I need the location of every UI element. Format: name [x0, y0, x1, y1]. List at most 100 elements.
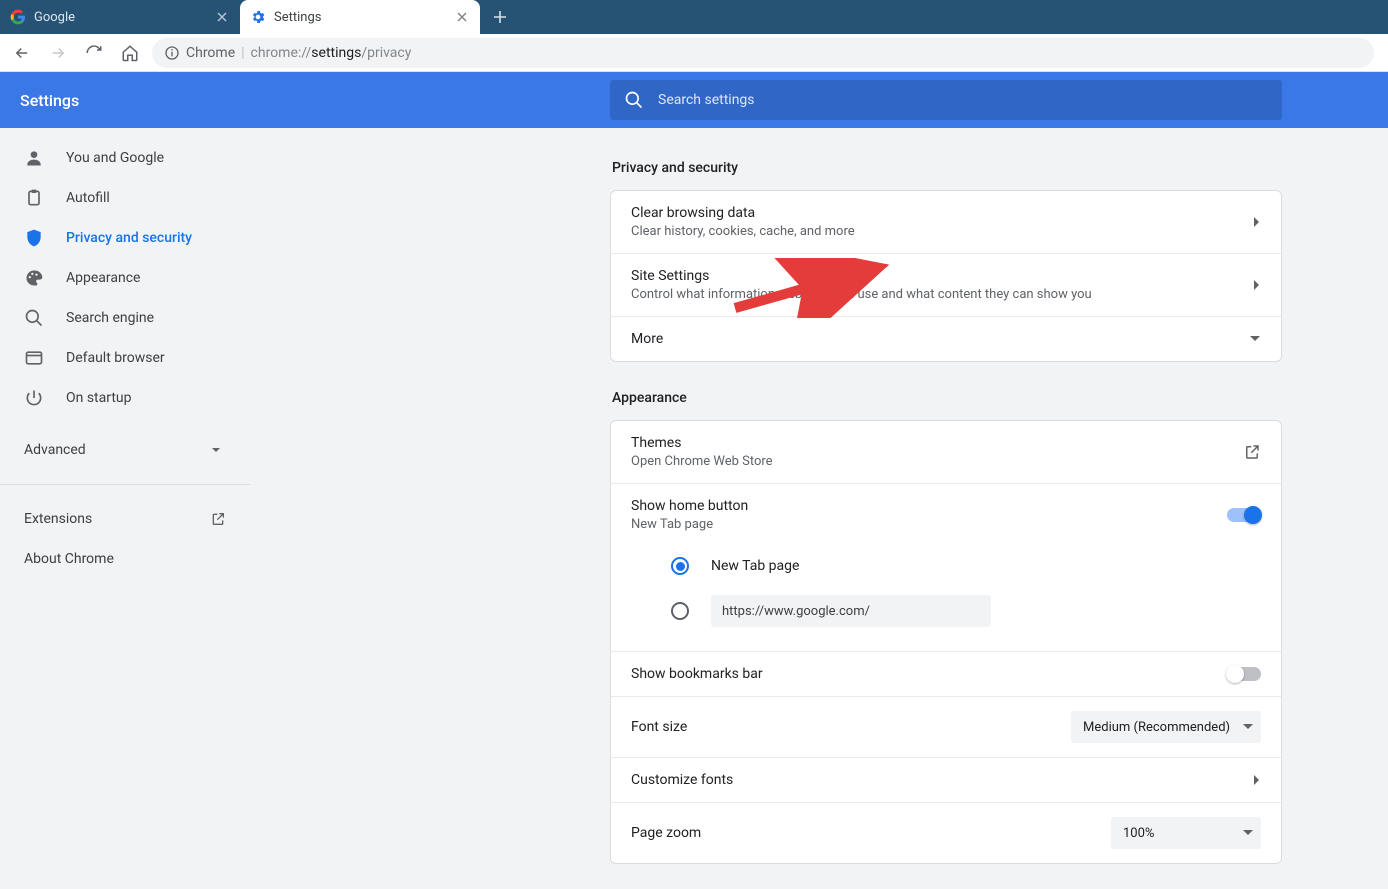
sidebar-item-default-browser[interactable]: Default browser [0, 338, 250, 378]
settings-title: Settings [20, 91, 610, 110]
omnibox-chip: Chrome [186, 45, 235, 61]
sidebar-item-privacy[interactable]: Privacy and security [0, 218, 250, 258]
shield-icon [24, 228, 44, 248]
sidebar-item-label: Autofill [66, 190, 110, 206]
settings-sidebar: You and Google Autofill Privacy and secu… [0, 128, 250, 889]
row-sub: New Tab page [631, 517, 1215, 532]
sidebar-item-label: Default browser [66, 350, 165, 366]
radio-new-tab-page[interactable]: New Tab page [611, 547, 1281, 585]
person-icon [24, 148, 44, 168]
site-info-icon[interactable] [164, 45, 180, 61]
sidebar-item-label: Search engine [66, 310, 154, 326]
back-button[interactable] [8, 39, 36, 67]
sidebar-item-label: Privacy and security [66, 230, 192, 246]
row-title: Themes [631, 435, 1231, 451]
omnibox[interactable]: Chrome | chrome://settings/privacy [152, 38, 1374, 68]
settings-search[interactable] [610, 80, 1282, 120]
palette-icon [24, 268, 44, 288]
tab-strip: Google Settings [0, 0, 1388, 34]
row-title: Font size [631, 719, 1059, 735]
sidebar-item-about[interactable]: About Chrome [0, 539, 250, 579]
home-button[interactable] [116, 39, 144, 67]
row-title: More [631, 331, 1237, 347]
row-show-bookmarks-bar: Show bookmarks bar [611, 651, 1281, 696]
chevron-down-icon [1243, 724, 1253, 730]
row-title: Site Settings [631, 268, 1241, 284]
tab-google[interactable]: Google [0, 0, 240, 34]
sidebar-item-extensions[interactable]: Extensions [0, 499, 250, 539]
toggle-show-home-button[interactable] [1227, 508, 1261, 522]
toggle-show-bookmarks-bar[interactable] [1227, 667, 1261, 681]
browser-toolbar: Chrome | chrome://settings/privacy [0, 34, 1388, 72]
tab-settings[interactable]: Settings [240, 0, 480, 34]
row-more[interactable]: More [611, 316, 1281, 361]
sidebar-item-appearance[interactable]: Appearance [0, 258, 250, 298]
row-sub: Control what information websites can us… [631, 287, 1241, 302]
settings-header: Settings [0, 72, 1388, 128]
radio-icon [671, 602, 689, 620]
dropdown-value: 100% [1123, 826, 1154, 841]
row-sub: Open Chrome Web Store [631, 454, 1231, 469]
sidebar-item-label: You and Google [66, 150, 164, 166]
row-site-settings[interactable]: Site Settings Control what information w… [611, 253, 1281, 316]
google-icon [10, 9, 26, 25]
sidebar-item-on-startup[interactable]: On startup [0, 378, 250, 418]
row-sub: Clear history, cookies, cache, and more [631, 224, 1241, 239]
section-title-privacy: Privacy and security [612, 160, 1282, 176]
sidebar-item-label: On startup [66, 390, 132, 406]
tab-title: Google [34, 10, 214, 25]
close-icon[interactable] [214, 9, 230, 25]
row-title: Show home button [631, 498, 1215, 514]
radio-icon [671, 557, 689, 575]
row-title: Page zoom [631, 825, 1099, 841]
sidebar-item-search-engine[interactable]: Search engine [0, 298, 250, 338]
external-link-icon [210, 511, 226, 527]
close-icon[interactable] [454, 9, 470, 25]
tab-title: Settings [274, 10, 454, 25]
appearance-card: Themes Open Chrome Web Store Show home b… [610, 420, 1282, 864]
clipboard-icon [24, 188, 44, 208]
dropdown-font-size[interactable]: Medium (Recommended) [1071, 711, 1261, 743]
row-show-home-button: Show home button New Tab page [611, 483, 1281, 546]
gear-icon [250, 9, 266, 25]
dropdown-value: Medium (Recommended) [1083, 720, 1230, 735]
privacy-card: Clear browsing data Clear history, cooki… [610, 190, 1282, 362]
omnibox-url: chrome://settings/privacy [251, 45, 412, 61]
chevron-down-icon [210, 444, 222, 456]
row-font-size: Font size Medium (Recommended) [611, 696, 1281, 757]
chevron-down-icon [1243, 830, 1253, 836]
sidebar-item-you-and-google[interactable]: You and Google [0, 138, 250, 178]
power-icon [24, 388, 44, 408]
section-title-appearance: Appearance [612, 390, 1282, 406]
chevron-right-icon [1253, 774, 1261, 786]
dropdown-page-zoom[interactable]: 100% [1111, 817, 1261, 849]
row-title: Clear browsing data [631, 205, 1241, 221]
chevron-down-icon [1249, 335, 1261, 343]
external-link-icon [1243, 443, 1261, 461]
chevron-right-icon [1253, 216, 1261, 228]
row-clear-browsing-data[interactable]: Clear browsing data Clear history, cooki… [611, 191, 1281, 253]
sidebar-item-advanced[interactable]: Advanced [0, 430, 250, 470]
omnibox-divider: | [241, 45, 244, 61]
sidebar-item-label: About Chrome [24, 551, 114, 567]
forward-button[interactable] [44, 39, 72, 67]
radio-custom-url[interactable]: https://www.google.com/ [611, 585, 1281, 637]
search-icon [24, 308, 44, 328]
settings-content: Privacy and security Clear browsing data… [250, 128, 1388, 889]
row-page-zoom: Page zoom 100% [611, 802, 1281, 863]
row-customize-fonts[interactable]: Customize fonts [611, 757, 1281, 802]
row-title: Customize fonts [631, 772, 1241, 788]
search-icon [624, 90, 644, 110]
sidebar-item-label: Advanced [24, 442, 86, 458]
radio-label: New Tab page [711, 558, 799, 574]
sidebar-item-autofill[interactable]: Autofill [0, 178, 250, 218]
window-icon [24, 348, 44, 368]
row-title: Show bookmarks bar [631, 666, 1215, 682]
reload-button[interactable] [80, 39, 108, 67]
row-themes[interactable]: Themes Open Chrome Web Store [611, 421, 1281, 483]
chevron-right-icon [1253, 279, 1261, 291]
search-input[interactable] [658, 92, 1268, 108]
sidebar-item-label: Appearance [66, 270, 140, 286]
home-url-input[interactable]: https://www.google.com/ [711, 595, 991, 627]
new-tab-button[interactable] [486, 3, 514, 31]
